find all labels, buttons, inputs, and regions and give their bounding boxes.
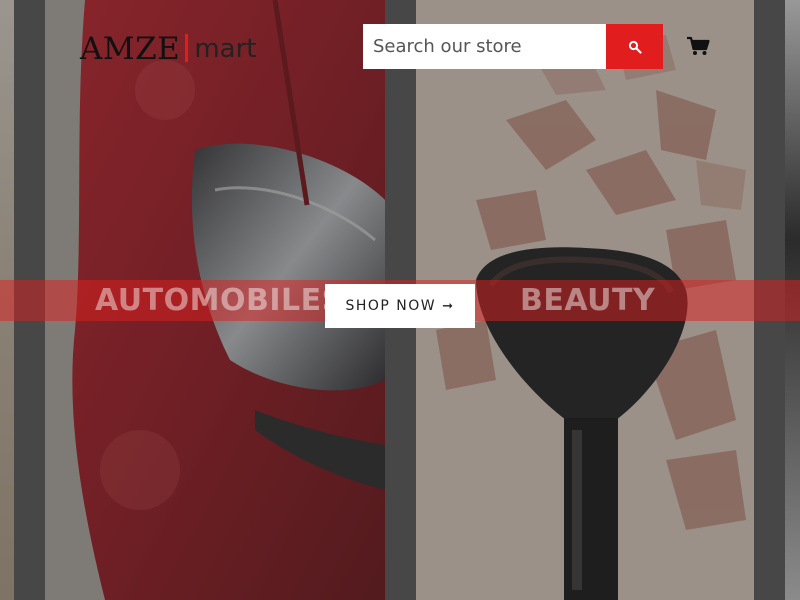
search-icon — [628, 40, 642, 54]
logo-secondary-text: mart — [194, 34, 257, 64]
shop-now-button[interactable]: SHOP NOW ➞ — [325, 284, 475, 328]
site-logo[interactable]: AMZE mart — [80, 28, 256, 68]
logo-primary-text: AMZE — [80, 31, 181, 67]
shop-now-label: SHOP NOW — [345, 298, 437, 314]
logo-divider — [185, 34, 189, 62]
search-bar — [363, 24, 663, 69]
category-label-beauty: BEAUTY — [520, 283, 656, 318]
search-input[interactable] — [363, 24, 606, 69]
search-button[interactable] — [606, 24, 663, 69]
cart-icon — [687, 36, 710, 55]
arrow-right-icon: ➞ — [442, 298, 455, 314]
category-label-automobiles: AUTOMOBILES — [95, 283, 344, 318]
cart-button[interactable] — [686, 36, 710, 56]
